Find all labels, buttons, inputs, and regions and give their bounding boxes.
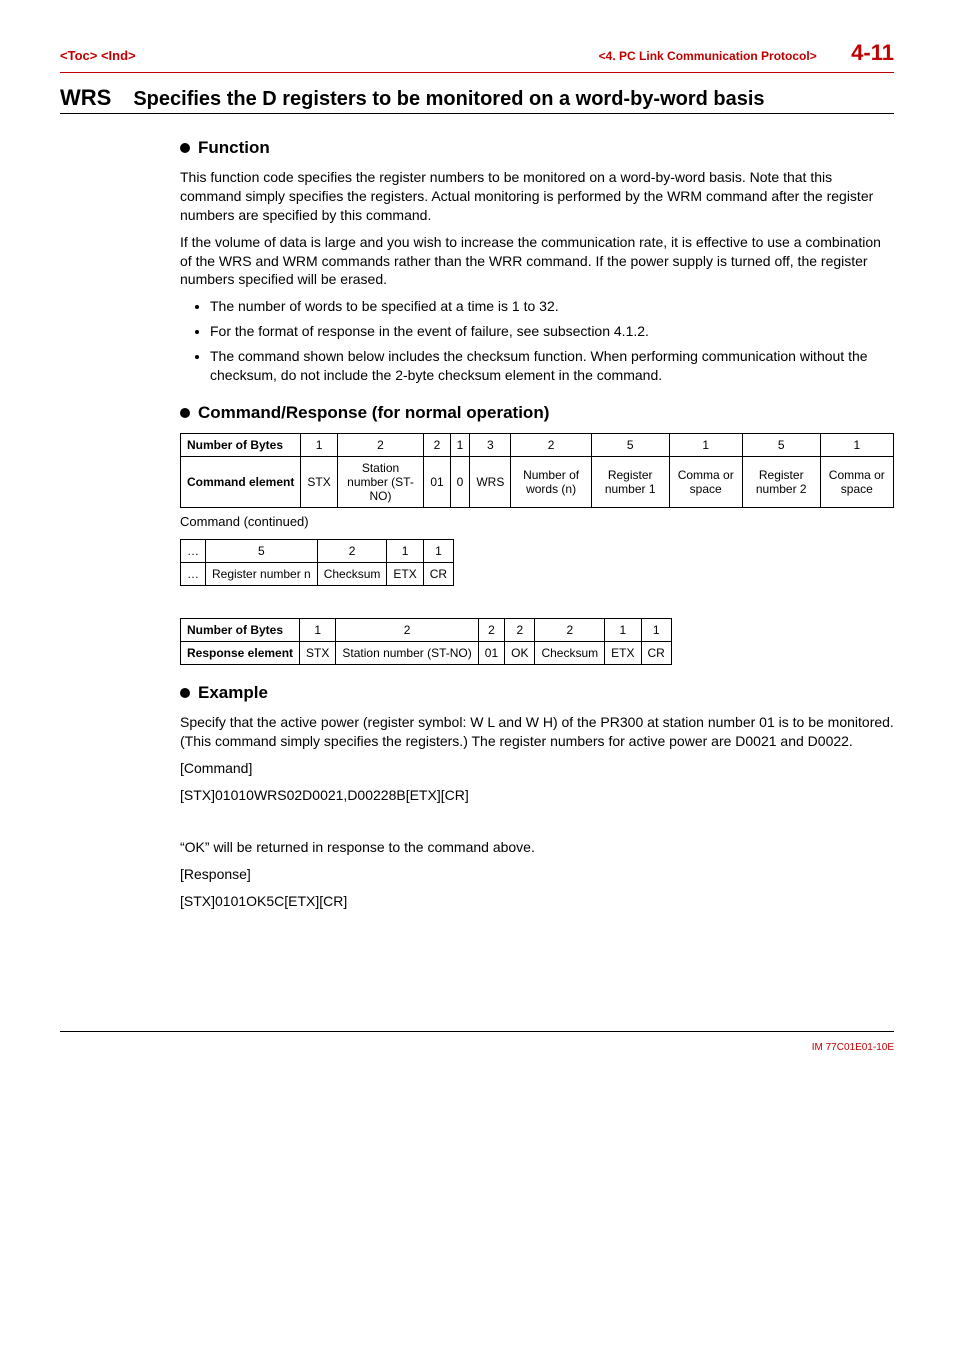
table-cell: 2: [478, 618, 504, 641]
table-cell: 1: [820, 433, 893, 456]
command-table-cont: … 5 2 1 1 … Register number n Checksum E…: [180, 539, 454, 586]
table-cell: 1: [301, 433, 337, 456]
table-cell: Checksum: [535, 641, 605, 664]
table-cell: 1: [300, 618, 336, 641]
cmdresp-heading: Command/Response (for normal operation): [180, 403, 894, 423]
table-cell: Register number 2: [742, 456, 820, 507]
function-heading: Function: [180, 138, 894, 158]
example-command-text: [STX]01010WRS02D0021,D00228B[ETX][CR]: [180, 786, 894, 805]
bullet-icon: [180, 408, 190, 418]
function-p2: If the volume of data is large and you w…: [180, 233, 894, 290]
table-cell: 3: [470, 433, 511, 456]
table-cell: Register number 1: [591, 456, 669, 507]
bullet-icon: [180, 143, 190, 153]
header-right: <4. PC Link Communication Protocol> 4-11: [599, 40, 894, 66]
table-cell: Station number (ST-NO): [337, 456, 424, 507]
section-desc: Specifies the D registers to be monitore…: [133, 88, 764, 111]
command-table: Number of Bytes 1 2 2 1 3 2 5 1 5 1 Comm…: [180, 433, 894, 508]
table-cell: Comma or space: [820, 456, 893, 507]
table-cell: 2: [505, 618, 535, 641]
footer-divider: [60, 1031, 894, 1032]
table-cell: Station number (ST-NO): [336, 641, 478, 664]
table-cell: 0: [450, 456, 470, 507]
table-cell: STX: [301, 456, 337, 507]
table-cell: CR: [641, 641, 671, 664]
table-cell: …: [181, 539, 206, 562]
bytes-label: Number of Bytes: [181, 618, 300, 641]
table-cell: 1: [450, 433, 470, 456]
table-cell: 1: [641, 618, 671, 641]
header-left: <Toc> <Ind>: [60, 48, 136, 63]
header-chapter: <4. PC Link Communication Protocol>: [599, 49, 817, 63]
section-title-bar: WRS Specifies the D registers to be moni…: [60, 85, 894, 114]
response-label: Response element: [181, 641, 300, 664]
table-cell: 2: [511, 433, 591, 456]
example-response-text: [STX]0101OK5C[ETX][CR]: [180, 892, 894, 911]
table-cell: STX: [300, 641, 336, 664]
example-p1: Specify that the active power (register …: [180, 713, 894, 751]
table-cell: 1: [423, 539, 453, 562]
table-cell: 1: [669, 433, 742, 456]
section-code: WRS: [60, 85, 111, 111]
bullet-icon: [180, 688, 190, 698]
table-cell: 01: [478, 641, 504, 664]
header-divider: [60, 72, 894, 73]
table-cell: Checksum: [317, 562, 387, 585]
table-cell: …: [181, 562, 206, 585]
function-p1: This function code specifies the registe…: [180, 168, 894, 225]
table-cell: 2: [336, 618, 478, 641]
table-cell: 1: [605, 618, 641, 641]
example-response-label: [Response]: [180, 865, 894, 884]
function-bullet-list: The number of words to be specified at a…: [180, 297, 894, 385]
table-cell: 2: [337, 433, 424, 456]
function-bullet: The number of words to be specified at a…: [210, 297, 894, 316]
command-continued-label: Command (continued): [180, 514, 894, 529]
cmdresp-heading-text: Command/Response (for normal operation): [198, 403, 549, 423]
table-cell: 5: [206, 539, 318, 562]
table-cell: 2: [424, 433, 450, 456]
table-cell: OK: [505, 641, 535, 664]
command-label: Command element: [181, 456, 301, 507]
function-bullet: For the format of response in the event …: [210, 322, 894, 341]
table-cell: Number of words (n): [511, 456, 591, 507]
table-cell: Register number n: [206, 562, 318, 585]
header-page-number: 4-11: [851, 40, 894, 65]
response-table: Number of Bytes 1 2 2 2 2 1 1 Response e…: [180, 618, 672, 665]
function-bullet: The command shown below includes the che…: [210, 347, 894, 385]
table-cell: 2: [317, 539, 387, 562]
table-cell: ETX: [387, 562, 423, 585]
example-response-intro: “OK” will be returned in response to the…: [180, 838, 894, 857]
bytes-label: Number of Bytes: [181, 433, 301, 456]
footer-id: IM 77C01E01-10E: [60, 1042, 894, 1053]
example-heading: Example: [180, 683, 894, 703]
table-cell: CR: [423, 562, 453, 585]
example-heading-text: Example: [198, 683, 268, 703]
table-cell: 1: [387, 539, 423, 562]
table-cell: 01: [424, 456, 450, 507]
table-cell: 5: [591, 433, 669, 456]
table-cell: Comma or space: [669, 456, 742, 507]
table-cell: 2: [535, 618, 605, 641]
table-cell: 5: [742, 433, 820, 456]
example-command-label: [Command]: [180, 759, 894, 778]
table-cell: WRS: [470, 456, 511, 507]
table-cell: ETX: [605, 641, 641, 664]
function-heading-text: Function: [198, 138, 270, 158]
